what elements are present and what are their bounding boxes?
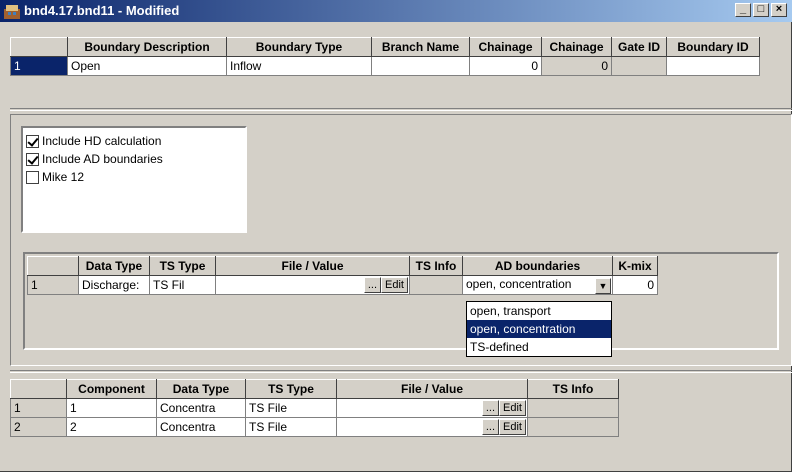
boundary-description-cell[interactable]: Open [67, 56, 227, 76]
header-file-value[interactable]: File / Value [215, 256, 410, 276]
ad-boundaries-dropdown: open, transport open, concentration TS-d… [466, 301, 612, 357]
dropdown-option-ts-defined[interactable]: TS-defined [467, 338, 611, 356]
boundary-corner-header[interactable] [10, 37, 68, 57]
header-boundary-id[interactable]: Boundary ID [666, 37, 760, 57]
k-mix-cell[interactable]: 0 [612, 275, 658, 295]
check-icon [26, 134, 39, 148]
include-ad-label: Include AD boundaries [42, 152, 163, 166]
browse-button[interactable]: ... [363, 277, 382, 293]
header-gate-id[interactable]: Gate ID [611, 37, 667, 57]
browse-button[interactable]: ... [481, 400, 500, 416]
app-icon [4, 5, 20, 19]
row-number[interactable]: 1 [10, 398, 67, 418]
table-row[interactable]: 1 Discharge: TS Fil ... Edit open, concen… [27, 275, 658, 295]
editor-window: bnd4.17.bnd11 - Modified _ □ × Boundary … [0, 0, 792, 472]
edit-button[interactable]: Edit [499, 419, 526, 435]
ts-info-cell[interactable] [527, 417, 619, 437]
ts-table: Data Type TS Type File / Value TS Info A… [27, 256, 658, 295]
maximize-button[interactable]: □ [753, 3, 769, 17]
gate-id-cell[interactable] [611, 56, 667, 76]
check-icon [26, 152, 39, 166]
chainage-2-cell[interactable]: 0 [541, 56, 612, 76]
window-title: bnd4.17.bnd11 - Modified [24, 3, 180, 18]
ts-type-cell[interactable]: TS File [245, 398, 337, 418]
include-hd-label: Include HD calculation [42, 134, 162, 148]
file-value-cell[interactable]: ... Edit [215, 275, 410, 295]
header-ts-type[interactable]: TS Type [245, 379, 337, 399]
dropdown-option-open-concentration[interactable]: open, concentration [467, 320, 611, 338]
dropdown-option-open-transport[interactable]: open, transport [467, 302, 611, 320]
checkbox-empty-icon [26, 170, 39, 184]
header-boundary-type[interactable]: Boundary Type [226, 37, 372, 57]
edit-button[interactable]: Edit [381, 277, 408, 293]
title-bar[interactable]: bnd4.17.bnd11 - Modified _ □ × [0, 0, 792, 22]
file-value-cell[interactable]: ... Edit [336, 417, 528, 437]
ts-info-cell[interactable] [409, 275, 463, 295]
ts-type-cell[interactable]: TS File [245, 417, 337, 437]
ts-info-cell[interactable] [527, 398, 619, 418]
boundary-table: Boundary Description Boundary Type Branc… [10, 37, 760, 76]
chevron-down-icon[interactable]: ▼ [595, 277, 611, 294]
edit-button[interactable]: Edit [499, 400, 526, 416]
splitter[interactable] [10, 108, 792, 111]
header-boundary-description[interactable]: Boundary Description [67, 37, 227, 57]
header-ts-type[interactable]: TS Type [149, 256, 216, 276]
header-ad-boundaries[interactable]: AD boundaries [462, 256, 613, 276]
component-cell[interactable]: 1 [66, 398, 157, 418]
ad-boundaries-combo[interactable]: open, concentration ▼ [462, 275, 613, 295]
component-table: Component Data Type TS Type File / Value… [10, 379, 619, 437]
ts-corner-header[interactable] [27, 256, 79, 276]
row-number[interactable]: 2 [10, 417, 67, 437]
data-type-cell[interactable]: Concentra [156, 398, 246, 418]
close-button[interactable]: × [771, 3, 787, 17]
header-chainage-1[interactable]: Chainage [469, 37, 542, 57]
include-hd-checkbox[interactable]: Include HD calculation [25, 132, 243, 150]
browse-button[interactable]: ... [481, 419, 500, 435]
header-ts-info[interactable]: TS Info [527, 379, 619, 399]
boundary-header-row: Boundary Description Boundary Type Branc… [10, 37, 760, 57]
header-branch-name[interactable]: Branch Name [371, 37, 470, 57]
mike12-label: Mike 12 [42, 170, 85, 184]
ts-type-cell[interactable]: TS Fil [149, 275, 216, 295]
splitter[interactable] [10, 370, 792, 373]
data-type-cell[interactable]: Discharge: [78, 275, 150, 295]
header-ts-info[interactable]: TS Info [409, 256, 463, 276]
header-data-type[interactable]: Data Type [78, 256, 150, 276]
ad-boundaries-value: open, concentration [466, 276, 572, 291]
chainage-1-cell[interactable]: 0 [469, 56, 542, 76]
row-number[interactable]: 1 [10, 56, 68, 76]
include-ad-checkbox[interactable]: Include AD boundaries [25, 150, 243, 168]
branch-name-cell[interactable] [371, 56, 470, 76]
row-number[interactable]: 1 [27, 275, 79, 295]
mike12-checkbox[interactable]: Mike 12 [25, 168, 243, 186]
component-corner-header[interactable] [10, 379, 67, 399]
data-type-cell[interactable]: Concentra [156, 417, 246, 437]
component-cell[interactable]: 2 [66, 417, 157, 437]
header-file-value[interactable]: File / Value [336, 379, 528, 399]
header-k-mix[interactable]: K-mix [612, 256, 658, 276]
options-list: Include HD calculation Include AD bounda… [21, 126, 247, 233]
table-row[interactable]: 1 1 Concentra TS File ... Edit [10, 398, 619, 418]
file-value-cell[interactable]: ... Edit [336, 398, 528, 418]
table-row[interactable]: 2 2 Concentra TS File ... Edit [10, 417, 619, 437]
header-data-type[interactable]: Data Type [156, 379, 246, 399]
header-component[interactable]: Component [66, 379, 157, 399]
boundary-type-cell[interactable]: Inflow [226, 56, 372, 76]
table-row[interactable]: 1 Open Inflow 0 0 [10, 56, 760, 76]
header-chainage-2[interactable]: Chainage [541, 37, 612, 57]
boundary-id-cell[interactable] [666, 56, 760, 76]
minimize-button[interactable]: _ [735, 3, 751, 17]
component-header-row: Component Data Type TS Type File / Value… [10, 379, 619, 399]
ts-header-row: Data Type TS Type File / Value TS Info A… [27, 256, 658, 276]
